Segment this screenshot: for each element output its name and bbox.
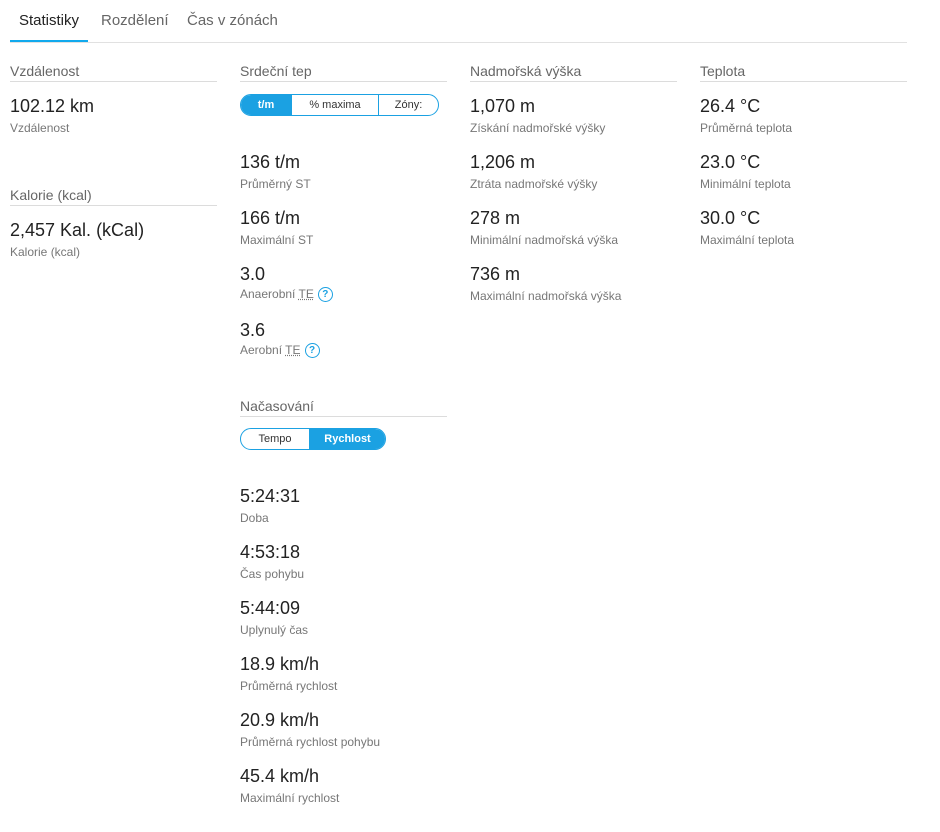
stat-label: Čas pohybu bbox=[240, 567, 305, 581]
stat-label: Získání nadmořské výšky bbox=[470, 121, 606, 135]
heart-rate-unit-toggle: t/m % maxima Zóny: bbox=[240, 94, 439, 116]
distance-column: Vzdálenost 102.12 km Vzdálenost Kalorie … bbox=[10, 62, 217, 275]
label-text: Anaerobní bbox=[240, 287, 296, 301]
timing-toggle-pace[interactable]: Tempo bbox=[241, 429, 310, 449]
stat-label: Průměrný ST bbox=[240, 177, 311, 191]
stat-value: 30.0 °C bbox=[700, 208, 761, 228]
heart-rate-column: Srdeční tep bbox=[240, 62, 447, 82]
temperature-stats: 26.4 °C Průměrná teplota 23.0 °C Minimál… bbox=[700, 95, 907, 263]
stat-value: 23.0 °C bbox=[700, 152, 761, 172]
stat-label: Aerobní TE? bbox=[240, 343, 320, 359]
stat-value: 3.6 bbox=[240, 320, 266, 340]
stat-distance: 102.12 km Vzdálenost bbox=[10, 95, 217, 151]
help-icon[interactable]: ? bbox=[304, 343, 320, 359]
distance-section-title: Vzdálenost bbox=[10, 62, 217, 82]
timing-toggle-speed[interactable]: Rychlost bbox=[310, 429, 385, 449]
stat-value: 5:44:09 bbox=[240, 598, 301, 618]
stat-elapsed-time: 5:44:09 Uplynulý čas bbox=[240, 597, 447, 653]
stat-avg-moving-speed: 20.9 km/h Průměrná rychlost pohybu bbox=[240, 709, 447, 765]
stat-max-elevation: 736 m Maximální nadmořská výška bbox=[470, 263, 677, 319]
temperature-column: Teplota 26.4 °C Průměrná teplota 23.0 °C… bbox=[700, 62, 907, 263]
stat-value: 1,070 m bbox=[470, 96, 536, 116]
tab-bar: Statistiky Rozdělení Čas v zónách bbox=[10, 0, 907, 43]
stat-aerobic-te: 3.6 Aerobní TE? bbox=[240, 319, 447, 375]
stat-min-temperature: 23.0 °C Minimální teplota bbox=[700, 151, 907, 207]
tab-statistiky[interactable]: Statistiky bbox=[10, 0, 88, 42]
label-text: Aerobní bbox=[240, 343, 283, 357]
help-icon[interactable]: ? bbox=[317, 287, 333, 303]
stat-label: Průměrná rychlost pohybu bbox=[240, 735, 381, 749]
stat-duration: 5:24:31 Doba bbox=[240, 485, 447, 541]
timing-stats: 5:24:31 Doba 4:53:18 Čas pohybu 5:44:09 … bbox=[240, 485, 447, 821]
tab-rozdeleni[interactable]: Rozdělení bbox=[101, 0, 169, 40]
stat-label: Maximální rychlost bbox=[240, 791, 340, 805]
hr-toggle-zones[interactable]: Zóny: bbox=[379, 95, 438, 115]
hr-toggle-bpm[interactable]: t/m bbox=[241, 95, 292, 115]
te-abbreviation: TE bbox=[298, 287, 314, 301]
stat-value: 4:53:18 bbox=[240, 542, 301, 562]
stat-label: Maximální ST bbox=[240, 233, 314, 247]
heart-rate-stats: 136 t/m Průměrný ST 166 t/m Maximální ST… bbox=[240, 151, 447, 375]
timing-header: Načasování bbox=[240, 397, 447, 417]
stat-moving-time: 4:53:18 Čas pohybu bbox=[240, 541, 447, 597]
temperature-section-title: Teplota bbox=[700, 62, 907, 82]
stat-value: 5:24:31 bbox=[240, 486, 301, 506]
stat-anaerobic-te: 3.0 Anaerobní TE? bbox=[240, 263, 447, 319]
stat-value: 3.0 bbox=[240, 264, 266, 284]
stat-label: Průměrná rychlost bbox=[240, 679, 338, 693]
timing-mode-toggle: Tempo Rychlost bbox=[240, 428, 386, 450]
stat-label: Ztráta nadmořské výšky bbox=[470, 177, 598, 191]
heart-rate-section-title: Srdeční tep bbox=[240, 62, 447, 82]
stat-label: Doba bbox=[240, 511, 269, 525]
stat-calories: 2,457 Kal. (kCal) Kalorie (kcal) bbox=[10, 219, 217, 275]
stat-label: Průměrná teplota bbox=[700, 121, 793, 135]
stat-label: Vzdálenost bbox=[10, 121, 70, 135]
stat-value: 278 m bbox=[470, 208, 521, 228]
stat-elevation-gain: 1,070 m Získání nadmořské výšky bbox=[470, 95, 677, 151]
stat-max-hr: 166 t/m Maximální ST bbox=[240, 207, 447, 263]
stat-value: 102.12 km bbox=[10, 96, 95, 116]
stat-value: 136 t/m bbox=[240, 152, 301, 172]
stat-label: Uplynulý čas bbox=[240, 623, 309, 637]
stat-label: Minimální teplota bbox=[700, 177, 791, 191]
stat-label: Minimální nadmořská výška bbox=[470, 233, 619, 247]
stat-avg-speed: 18.9 km/h Průměrná rychlost bbox=[240, 653, 447, 709]
stat-value: 45.4 km/h bbox=[240, 766, 320, 786]
stat-max-speed: 45.4 km/h Maximální rychlost bbox=[240, 765, 447, 821]
stat-value: 18.9 km/h bbox=[240, 654, 320, 674]
stat-avg-hr: 136 t/m Průměrný ST bbox=[240, 151, 447, 207]
stat-value: 736 m bbox=[470, 264, 521, 284]
stat-label: Maximální nadmořská výška bbox=[470, 289, 622, 303]
stat-min-elevation: 278 m Minimální nadmořská výška bbox=[470, 207, 677, 263]
te-abbreviation: TE bbox=[285, 343, 301, 357]
calories-section-title: Kalorie (kcal) bbox=[10, 186, 217, 206]
stat-value: 20.9 km/h bbox=[240, 710, 320, 730]
tab-cas-v-zonach[interactable]: Čas v zónách bbox=[187, 0, 278, 40]
stat-value: 2,457 Kal. (kCal) bbox=[10, 220, 145, 240]
stat-avg-temperature: 26.4 °C Průměrná teplota bbox=[700, 95, 907, 151]
elevation-column: Nadmořská výška 1,070 m Získání nadmořsk… bbox=[470, 62, 677, 319]
elevation-stats: 1,070 m Získání nadmořské výšky 1,206 m … bbox=[470, 95, 677, 319]
stat-value: 166 t/m bbox=[240, 208, 301, 228]
stat-label: Anaerobní TE? bbox=[240, 287, 333, 303]
stat-max-temperature: 30.0 °C Maximální teplota bbox=[700, 207, 907, 263]
timing-section-title: Načasování bbox=[240, 397, 447, 417]
stat-value: 1,206 m bbox=[470, 152, 536, 172]
stat-label: Kalorie (kcal) bbox=[10, 245, 81, 259]
stat-elevation-loss: 1,206 m Ztráta nadmořské výšky bbox=[470, 151, 677, 207]
stat-value: 26.4 °C bbox=[700, 96, 761, 116]
hr-toggle-percent-max[interactable]: % maxima bbox=[292, 95, 379, 115]
stat-label: Maximální teplota bbox=[700, 233, 795, 247]
elevation-section-title: Nadmořská výška bbox=[470, 62, 677, 82]
